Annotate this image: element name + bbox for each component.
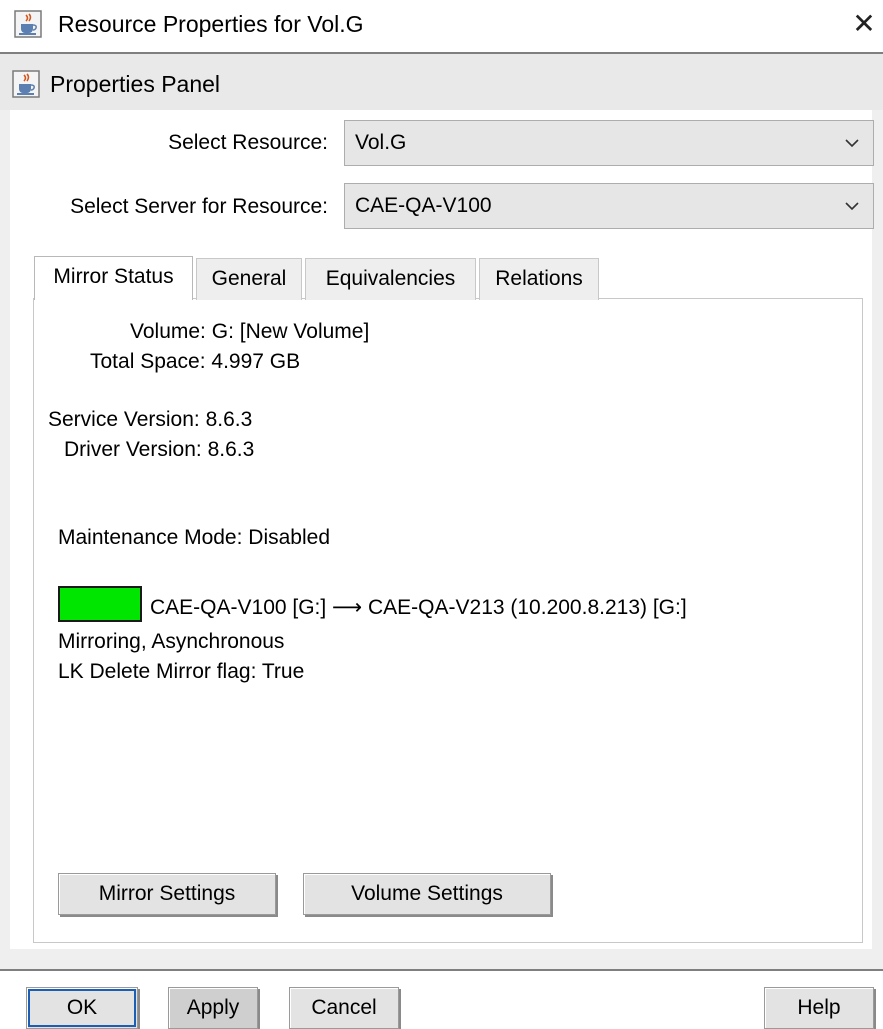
help-button[interactable]: Help	[764, 987, 874, 1029]
driver-version-value: 8.6.3	[207, 438, 255, 461]
service-version-value: 8.6.3	[205, 408, 253, 431]
lk-delete-mirror-flag: LK Delete Mirror flag: True	[58, 660, 305, 683]
mirror-type: Mirroring, Asynchronous	[58, 630, 285, 653]
total-space-row: Total Space: 4.997 GB	[90, 348, 300, 376]
dialog-separator	[0, 969, 883, 971]
total-space-value: 4.997 GB	[211, 350, 301, 373]
service-version-label: Service Version:	[48, 408, 200, 431]
total-space-label: Total Space:	[90, 350, 206, 373]
tab-relations[interactable]: Relations	[479, 258, 599, 300]
mirror-path: CAE-QA-V100 [G:] ⟶ CAE-QA-V213 (10.200.8…	[150, 596, 687, 619]
select-server-value: CAE-QA-V100	[355, 194, 492, 217]
select-server-label: Select Server for Resource:	[70, 195, 328, 218]
mirror-settings-button[interactable]: Mirror Settings	[58, 873, 276, 915]
select-server-dropdown[interactable]: CAE-QA-V100	[344, 183, 874, 229]
mirror-status-indicator	[58, 586, 142, 622]
close-icon[interactable]: ✕	[848, 6, 880, 42]
chevron-down-icon	[845, 139, 859, 148]
maintenance-mode-row: Maintenance Mode: Disabled	[58, 524, 330, 552]
tab-mirror-status[interactable]: Mirror Status	[34, 256, 193, 300]
tab-equivalencies[interactable]: Equivalencies	[305, 258, 476, 300]
volume-row: Volume: G: [New Volume]	[130, 318, 369, 346]
select-resource-dropdown[interactable]: Vol.G	[344, 120, 874, 166]
apply-button[interactable]: Apply	[168, 987, 258, 1029]
volume-settings-button[interactable]: Volume Settings	[303, 873, 551, 915]
chevron-down-icon	[845, 202, 859, 211]
service-version-row: Service Version: 8.6.3	[48, 406, 252, 434]
tab-general[interactable]: General	[196, 258, 302, 300]
volume-value: G: [New Volume]	[211, 320, 370, 343]
java-cup-icon	[14, 10, 42, 38]
window-title: Resource Properties for Vol.G	[58, 11, 364, 37]
driver-version-row: Driver Version: 8.6.3	[64, 436, 254, 464]
cancel-button[interactable]: Cancel	[289, 987, 399, 1029]
maintenance-mode-value: Disabled	[248, 526, 331, 549]
driver-version-label: Driver Version:	[64, 438, 202, 461]
ok-button[interactable]: OK	[26, 987, 138, 1029]
java-cup-icon	[12, 70, 40, 98]
panel-title: Properties Panel	[50, 71, 221, 97]
volume-label: Volume:	[130, 320, 206, 343]
maintenance-mode-label: Maintenance Mode:	[58, 526, 243, 549]
select-resource-value: Vol.G	[355, 131, 407, 154]
select-resource-label: Select Resource:	[168, 131, 328, 154]
